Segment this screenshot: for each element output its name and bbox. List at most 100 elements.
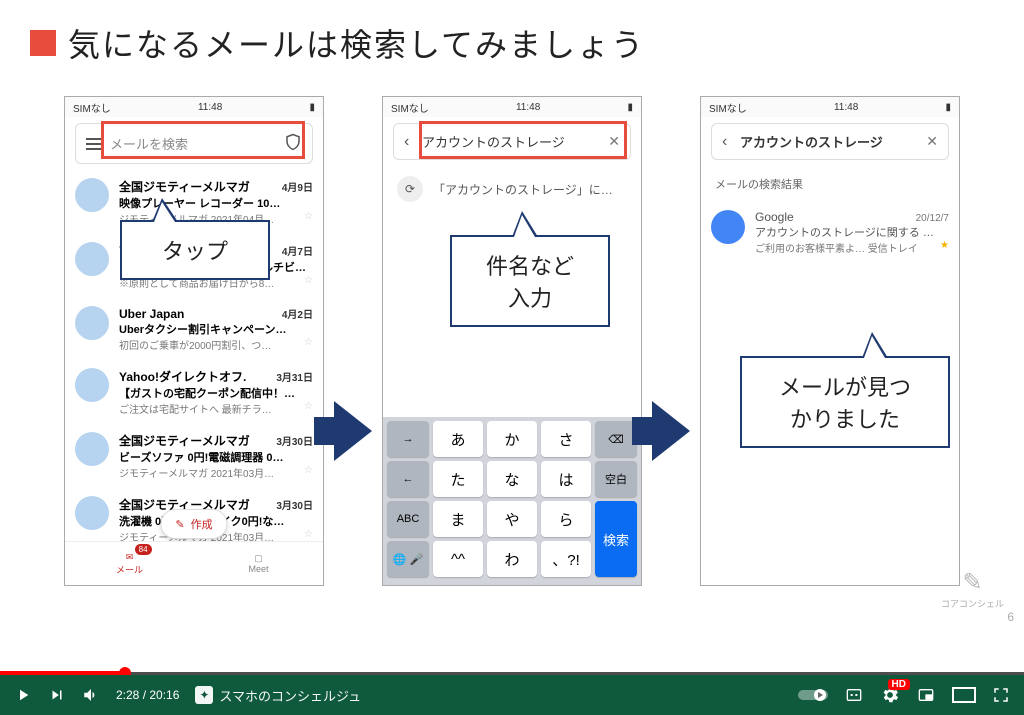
nav-mail[interactable]: ✉ 84 メール — [65, 542, 194, 585]
play-button[interactable] — [14, 686, 32, 704]
key-ya[interactable]: や — [487, 501, 537, 537]
mail-sender: Yahoo!ダイレクトオフ. — [119, 368, 246, 385]
hamburger-icon[interactable] — [86, 138, 102, 150]
avatar-icon — [75, 496, 109, 530]
star-icon[interactable]: ☆ — [304, 401, 313, 416]
battery-icon: ▮ — [627, 102, 633, 113]
key-ka[interactable]: か — [487, 421, 537, 457]
avatar-icon — [711, 210, 745, 244]
key-ha[interactable]: は — [541, 461, 591, 497]
channel-name[interactable]: ✦ スマホのコンシェルジュ — [195, 686, 361, 705]
key-emoji[interactable]: ^^ — [433, 541, 483, 577]
autoplay-toggle[interactable] — [798, 688, 828, 702]
mail-date: 3月30日 — [276, 497, 313, 512]
battery-icon: ▮ — [945, 102, 951, 113]
nav-meet-label: Meet — [248, 564, 268, 574]
mail-item[interactable]: 全国ジモティーメルマガ3月30日 ビーズソファ 0円!電磁調理器 0… ジモティ… — [65, 424, 323, 488]
avatar-icon — [75, 242, 109, 276]
mail-snippet: 初回のご乗車が2000円割引、つ… — [119, 337, 271, 352]
clock-label: 11:48 — [834, 102, 858, 113]
mail-snippet: ご注文は宅配サイトへ 最新チラ… — [119, 401, 272, 416]
avatar-icon — [75, 306, 109, 340]
callout-text: タップ — [162, 239, 228, 264]
clock-label: 11:48 — [516, 102, 540, 113]
mail-sender: Uber Japan — [119, 307, 184, 321]
nav-meet[interactable]: ▢ Meet — [194, 542, 323, 585]
callout-input: 件名など 入力 — [450, 235, 610, 327]
search-input[interactable]: アカウントのストレージ — [422, 132, 600, 151]
phones-row: SIMなし 11:48 ▮ メールを検索 全国ジモティー — [30, 96, 994, 586]
clear-icon[interactable]: ✕ — [926, 133, 938, 150]
presentation-slide: 気になるメールは検索してみましょう SIMなし 11:48 ▮ メールを検索 — [0, 0, 1024, 672]
time-display: 2:28 / 20:16 — [116, 688, 179, 702]
mail-item[interactable]: Yahoo!ダイレクトオフ.3月31日 【ガストの宅配クーポン配信中！… ご注文… — [65, 360, 323, 424]
miniplayer-button[interactable] — [916, 687, 936, 703]
arrow-icon — [652, 401, 690, 461]
result-subject: アカウントのストレージに関する … — [755, 224, 949, 240]
nav-mail-label: メール — [116, 563, 143, 576]
mail-item[interactable]: Uber Japan4月2日 Uberタクシー割引キャンペーン… 初回のご乗車が… — [65, 298, 323, 360]
channel-label: スマホのコンシェルジュ — [219, 686, 361, 705]
volume-button[interactable] — [82, 686, 100, 704]
key-na[interactable]: な — [487, 461, 537, 497]
key-ta[interactable]: た — [433, 461, 483, 497]
star-icon[interactable]: ☆ — [304, 337, 313, 352]
callout-text: メールが見つ かりました — [779, 375, 911, 432]
key-nav2[interactable]: ← — [387, 461, 429, 497]
mail-badge: 84 — [135, 544, 152, 555]
star-icon[interactable]: ☆ — [304, 211, 313, 226]
search-suggestion[interactable]: ⟳ 「アカウントのストレージ」に… — [383, 166, 641, 212]
arrow-icon — [334, 401, 372, 461]
key-nav[interactable]: → — [387, 421, 429, 457]
key-a[interactable]: あ — [433, 421, 483, 457]
key-sa[interactable]: さ — [541, 421, 591, 457]
carrier-label: SIMなし — [391, 100, 429, 115]
phone-screenshot-2: SIMなし 11:48 ▮ ‹ アカウントのストレージ ✕ ⟳ 「アカウントのス… — [382, 96, 642, 586]
current-time: 2:28 — [116, 688, 139, 702]
mail-sender: 全国ジモティーメルマガ — [119, 178, 250, 195]
meet-icon: ▢ — [254, 553, 263, 564]
callout-text: 件名など 入力 — [486, 254, 574, 311]
slide-page-number: 6 — [1007, 610, 1014, 624]
search-box[interactable]: ‹ アカウントのストレージ ✕ — [393, 123, 631, 160]
status-bar: SIMなし 11:48 ▮ — [701, 97, 959, 117]
clear-icon[interactable]: ✕ — [608, 133, 620, 150]
title-bullet-icon — [30, 30, 56, 56]
fullscreen-button[interactable] — [992, 686, 1010, 704]
mail-date: 3月31日 — [276, 369, 313, 384]
key-wa[interactable]: わ — [487, 541, 537, 577]
key-space[interactable]: 空白 — [595, 461, 637, 497]
carrier-label: SIMなし — [73, 100, 111, 115]
key-punct[interactable]: 、?! — [541, 541, 591, 577]
mail-date: 3月30日 — [276, 433, 313, 448]
captions-button[interactable] — [844, 687, 864, 703]
back-icon[interactable]: ‹ — [404, 133, 414, 151]
mail-subject: 映像プレーヤー レコーダー 10… — [119, 195, 313, 211]
shield-icon[interactable] — [284, 132, 302, 155]
star-icon[interactable]: ★ — [940, 240, 949, 255]
mail-snippet: ジモティーメルマガ 2021年03月… — [119, 465, 274, 480]
theater-button[interactable] — [952, 687, 976, 703]
key-ma[interactable]: ま — [433, 501, 483, 537]
key-abc[interactable]: ABC — [387, 501, 429, 537]
search-result-item[interactable]: Google20/12/7 アカウントのストレージに関する … ご利用のお客様平… — [701, 202, 959, 263]
watermark-icon: ✎ — [941, 568, 1004, 597]
back-icon[interactable]: ‹ — [722, 133, 732, 151]
result-snippet: ご利用のお客様平素よ… 受信トレイ — [755, 240, 918, 255]
key-ra[interactable]: ら — [541, 501, 591, 537]
battery-icon: ▮ — [309, 102, 315, 113]
pencil-icon: ✎ — [175, 518, 184, 531]
key-globe-mic[interactable]: 🌐 🎤 — [387, 541, 429, 577]
next-button[interactable] — [48, 686, 66, 704]
star-icon[interactable]: ☆ — [304, 465, 313, 480]
search-box[interactable]: メールを検索 — [75, 123, 313, 164]
search-header[interactable]: ‹ アカウントのストレージ ✕ — [711, 123, 949, 160]
compose-button[interactable]: ✎ 作成 — [160, 509, 227, 539]
compose-label: 作成 — [191, 516, 213, 532]
status-bar: SIMなし 11:48 ▮ — [383, 97, 641, 117]
phone-screenshot-1: SIMなし 11:48 ▮ メールを検索 全国ジモティー — [64, 96, 324, 586]
key-delete[interactable]: ⌫ — [595, 421, 637, 457]
settings-button[interactable]: HD — [880, 685, 900, 705]
star-icon[interactable]: ☆ — [304, 275, 313, 290]
hd-badge: HD — [888, 679, 910, 690]
